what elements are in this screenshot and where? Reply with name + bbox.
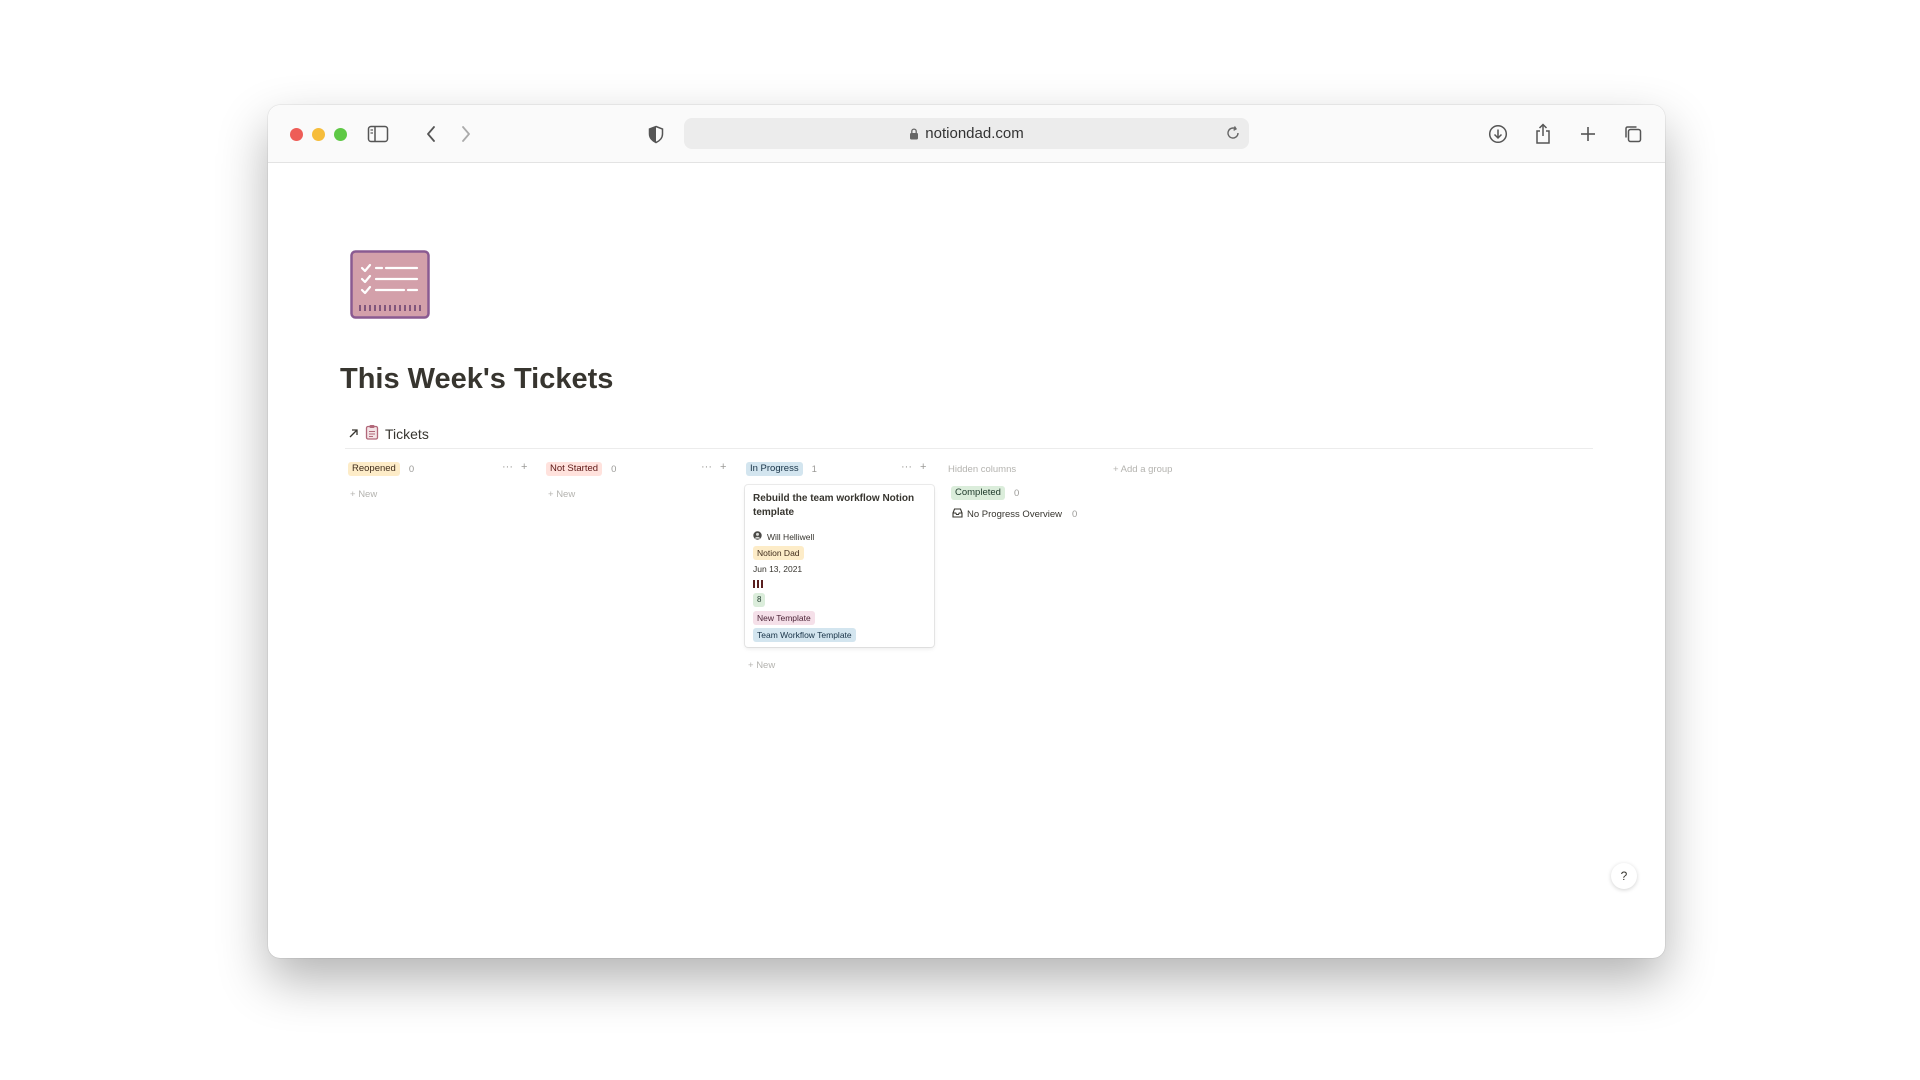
person-avatar-icon bbox=[753, 531, 762, 542]
column-count: 0 bbox=[1013, 487, 1020, 499]
lock-icon bbox=[909, 127, 919, 140]
minimize-window-button[interactable] bbox=[312, 128, 325, 141]
new-card-button-not-started[interactable]: + New bbox=[548, 489, 575, 500]
add-group-button[interactable]: + Add a group bbox=[1113, 464, 1172, 475]
download-icon[interactable] bbox=[1484, 120, 1512, 148]
new-card-button-reopened[interactable]: + New bbox=[350, 489, 377, 500]
card-assignee: Will Helliwell bbox=[753, 531, 814, 542]
new-tab-plus-icon[interactable] bbox=[1574, 120, 1602, 148]
address-bar[interactable]: notiondad.com bbox=[684, 118, 1249, 149]
card-date: Jun 13, 2021 bbox=[753, 564, 803, 574]
forward-arrow-icon[interactable] bbox=[452, 120, 480, 148]
url-text: notiondad.com bbox=[925, 125, 1024, 142]
hidden-columns-label: Hidden columns bbox=[948, 464, 1017, 475]
add-card-plus-icon[interactable]: + bbox=[521, 461, 527, 473]
more-options-icon[interactable]: ··· bbox=[901, 461, 912, 473]
tag-team-workflow-template: Team Workflow Template bbox=[753, 628, 856, 642]
column-count: 1 bbox=[811, 463, 817, 475]
status-pill-not-started: Not Started bbox=[546, 462, 603, 476]
browser-window: notiondad.com This Week's Tickets Ticket… bbox=[268, 105, 1665, 958]
clipboard-icon bbox=[365, 424, 379, 443]
column-actions: ··· + bbox=[701, 461, 726, 473]
company-tag: Notion Dad bbox=[753, 546, 804, 560]
zoom-window-button[interactable] bbox=[334, 128, 347, 141]
points-badge: 8 bbox=[753, 593, 766, 607]
status-pill-reopened: Reopened bbox=[348, 462, 400, 476]
add-card-plus-icon[interactable]: + bbox=[920, 461, 926, 473]
database-divider bbox=[345, 448, 1593, 449]
board-column-header-reopened[interactable]: Reopened 0 bbox=[348, 461, 414, 477]
column-actions: ··· + bbox=[502, 461, 527, 473]
inbox-tray-icon bbox=[952, 508, 963, 521]
board-column-header-not-started[interactable]: Not Started 0 bbox=[546, 461, 616, 477]
column-actions: ··· + bbox=[901, 461, 926, 473]
plus-icon: + bbox=[748, 660, 757, 671]
page-title: This Week's Tickets bbox=[340, 363, 614, 395]
more-options-icon[interactable]: ··· bbox=[502, 461, 513, 473]
new-card-button-in-progress[interactable]: + New bbox=[748, 660, 775, 671]
database-title: Tickets bbox=[385, 425, 429, 442]
link-arrow-icon bbox=[348, 426, 359, 442]
tag-new-template: New Template bbox=[753, 611, 815, 625]
priority-bars-icon bbox=[753, 580, 763, 588]
sidebar-toggle-icon[interactable] bbox=[364, 120, 392, 148]
checklist-page-icon[interactable] bbox=[350, 250, 430, 325]
back-arrow-icon[interactable] bbox=[417, 120, 445, 148]
privacy-shield-icon[interactable] bbox=[642, 120, 670, 148]
card-title: Rebuild the team workflow Notion templat… bbox=[753, 493, 915, 518]
plus-icon: + bbox=[1113, 464, 1121, 475]
reload-icon[interactable] bbox=[1225, 125, 1241, 145]
column-count: 0 bbox=[611, 463, 617, 475]
browser-toolbar: notiondad.com bbox=[268, 105, 1665, 163]
board-column-header-in-progress[interactable]: In Progress 1 bbox=[746, 461, 817, 477]
column-count: 0 bbox=[408, 463, 415, 475]
close-window-button[interactable] bbox=[290, 128, 303, 141]
share-icon[interactable] bbox=[1529, 120, 1557, 148]
add-card-plus-icon[interactable]: + bbox=[720, 461, 726, 473]
database-link[interactable]: Tickets bbox=[348, 424, 429, 443]
more-options-icon[interactable]: ··· bbox=[701, 461, 712, 473]
status-pill-in-progress: In Progress bbox=[746, 462, 803, 476]
plus-icon: + bbox=[350, 489, 359, 500]
ticket-card[interactable]: Rebuild the team workflow Notion templat… bbox=[745, 485, 934, 647]
tab-overview-icon[interactable] bbox=[1619, 120, 1647, 148]
plus-icon: + bbox=[548, 489, 557, 500]
hidden-column-no-progress[interactable]: No Progress Overview 0 bbox=[952, 508, 1077, 521]
status-pill-completed: Completed bbox=[951, 486, 1005, 500]
hidden-column-completed[interactable]: Completed 0 bbox=[951, 486, 1019, 500]
help-button[interactable]: ? bbox=[1611, 863, 1637, 889]
